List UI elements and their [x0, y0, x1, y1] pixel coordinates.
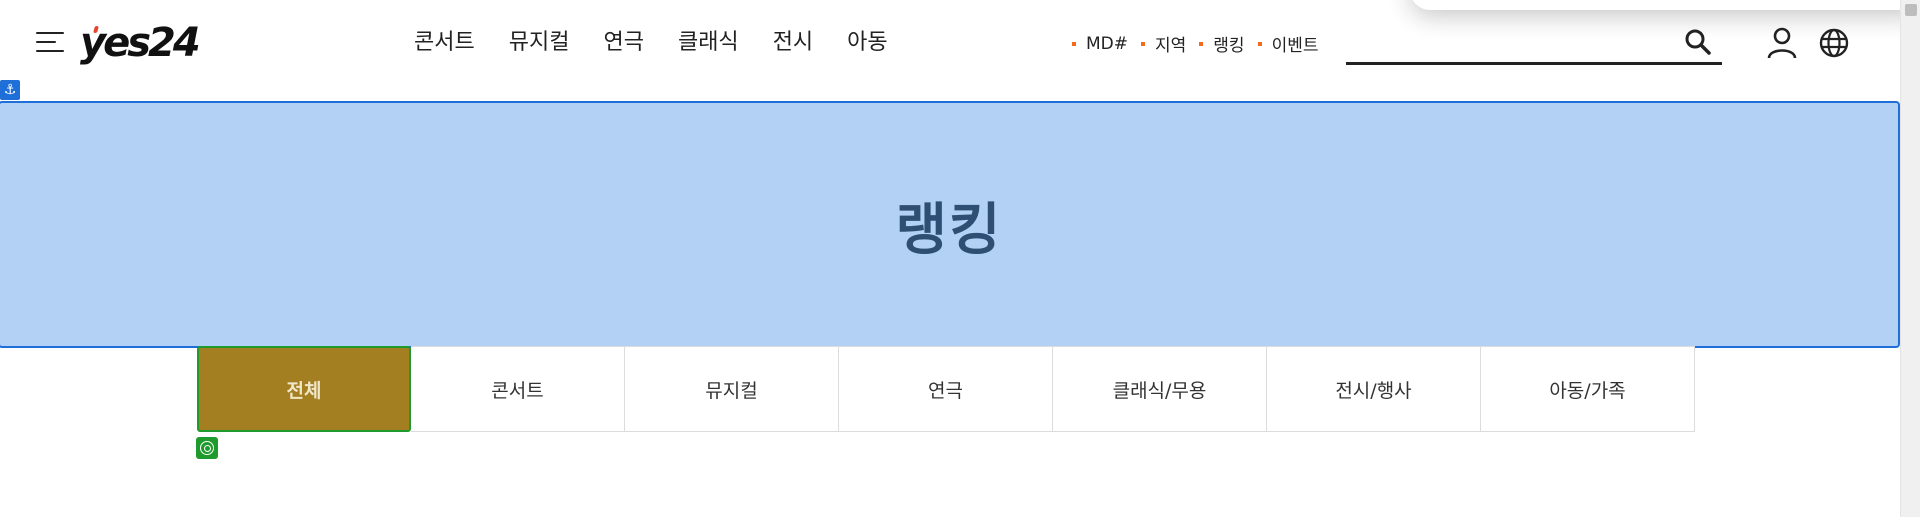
sub-nav-md[interactable]: MD#	[1072, 34, 1128, 54]
sub-nav-label: 랭킹	[1213, 36, 1245, 56]
tab-label: 클래식/무용	[1112, 379, 1207, 402]
page-title: 랭킹	[895, 198, 1003, 263]
tab-label: 연극	[928, 379, 963, 402]
sub-nav-region[interactable]: 지역	[1141, 31, 1186, 56]
sub-nav-label: 이벤트	[1271, 36, 1319, 56]
tab-label: 전체	[286, 379, 322, 402]
sub-nav-label: MD#	[1086, 33, 1129, 54]
nav-item-classic[interactable]: 클래식	[678, 28, 739, 58]
nav-item-play[interactable]: 연극	[603, 28, 643, 58]
bullet-dot	[1141, 41, 1146, 46]
tab-musical[interactable]: 뮤지컬	[625, 346, 839, 432]
sub-nav-ranking[interactable]: 랭킹	[1199, 31, 1245, 56]
popup-shadow	[1410, 0, 1920, 10]
tab-label: 콘서트	[491, 379, 544, 402]
search-icon[interactable]	[1684, 28, 1712, 56]
anchor-icon: ⚓	[0, 80, 20, 100]
nav-item-concert[interactable]: 콘서트	[414, 28, 475, 58]
tab-label: 뮤지컬	[705, 379, 758, 402]
tab-label: 아동/가족	[1549, 379, 1626, 402]
sub-nav-label: 지역	[1155, 36, 1187, 56]
tab-kids-family[interactable]: 아동/가족	[1481, 346, 1695, 432]
tab-all[interactable]: 전체	[197, 346, 411, 432]
tab-concert[interactable]: 콘서트	[411, 346, 625, 432]
tab-label: 전시/행사	[1335, 379, 1412, 402]
search-input[interactable]	[1346, 22, 1680, 60]
bullet-dot	[1072, 41, 1076, 46]
tab-exhibition-event[interactable]: 전시/행사	[1267, 346, 1481, 432]
main-nav: 콘서트 뮤지컬 연극 클래식 전시 아동	[414, 28, 922, 58]
category-tabs: 전체 콘서트 뮤지컬 연극 클래식/무용 전시/행사 아동/가족	[197, 346, 1695, 432]
nav-item-kids[interactable]: 아동	[847, 28, 887, 58]
logo-text: yes24	[80, 20, 201, 66]
tab-classic-dance[interactable]: 클래식/무용	[1053, 346, 1267, 432]
scrollbar-thumb[interactable]	[1905, 4, 1917, 16]
bullet-dot	[1199, 41, 1204, 46]
vertical-scrollbar[interactable]	[1900, 0, 1920, 517]
user-icon[interactable]	[1766, 26, 1798, 60]
ranking-banner: 랭킹	[0, 101, 1900, 348]
site-header: yes24 콘서트 뮤지컬 연극 클래식 전시 아동 MD# 지역 랭킹 이벤트	[0, 0, 1920, 86]
target-icon	[196, 437, 218, 459]
nav-item-musical[interactable]: 뮤지컬	[509, 28, 570, 58]
sub-nav: MD# 지역 랭킹 이벤트	[1072, 31, 1332, 56]
menu-icon[interactable]	[36, 30, 66, 54]
nav-item-exhibition[interactable]: 전시	[773, 28, 813, 58]
search-box	[1346, 22, 1722, 65]
sub-nav-event[interactable]: 이벤트	[1257, 31, 1319, 56]
globe-icon[interactable]	[1818, 27, 1850, 59]
bullet-dot	[1257, 41, 1262, 46]
tab-play[interactable]: 연극	[839, 346, 1053, 432]
